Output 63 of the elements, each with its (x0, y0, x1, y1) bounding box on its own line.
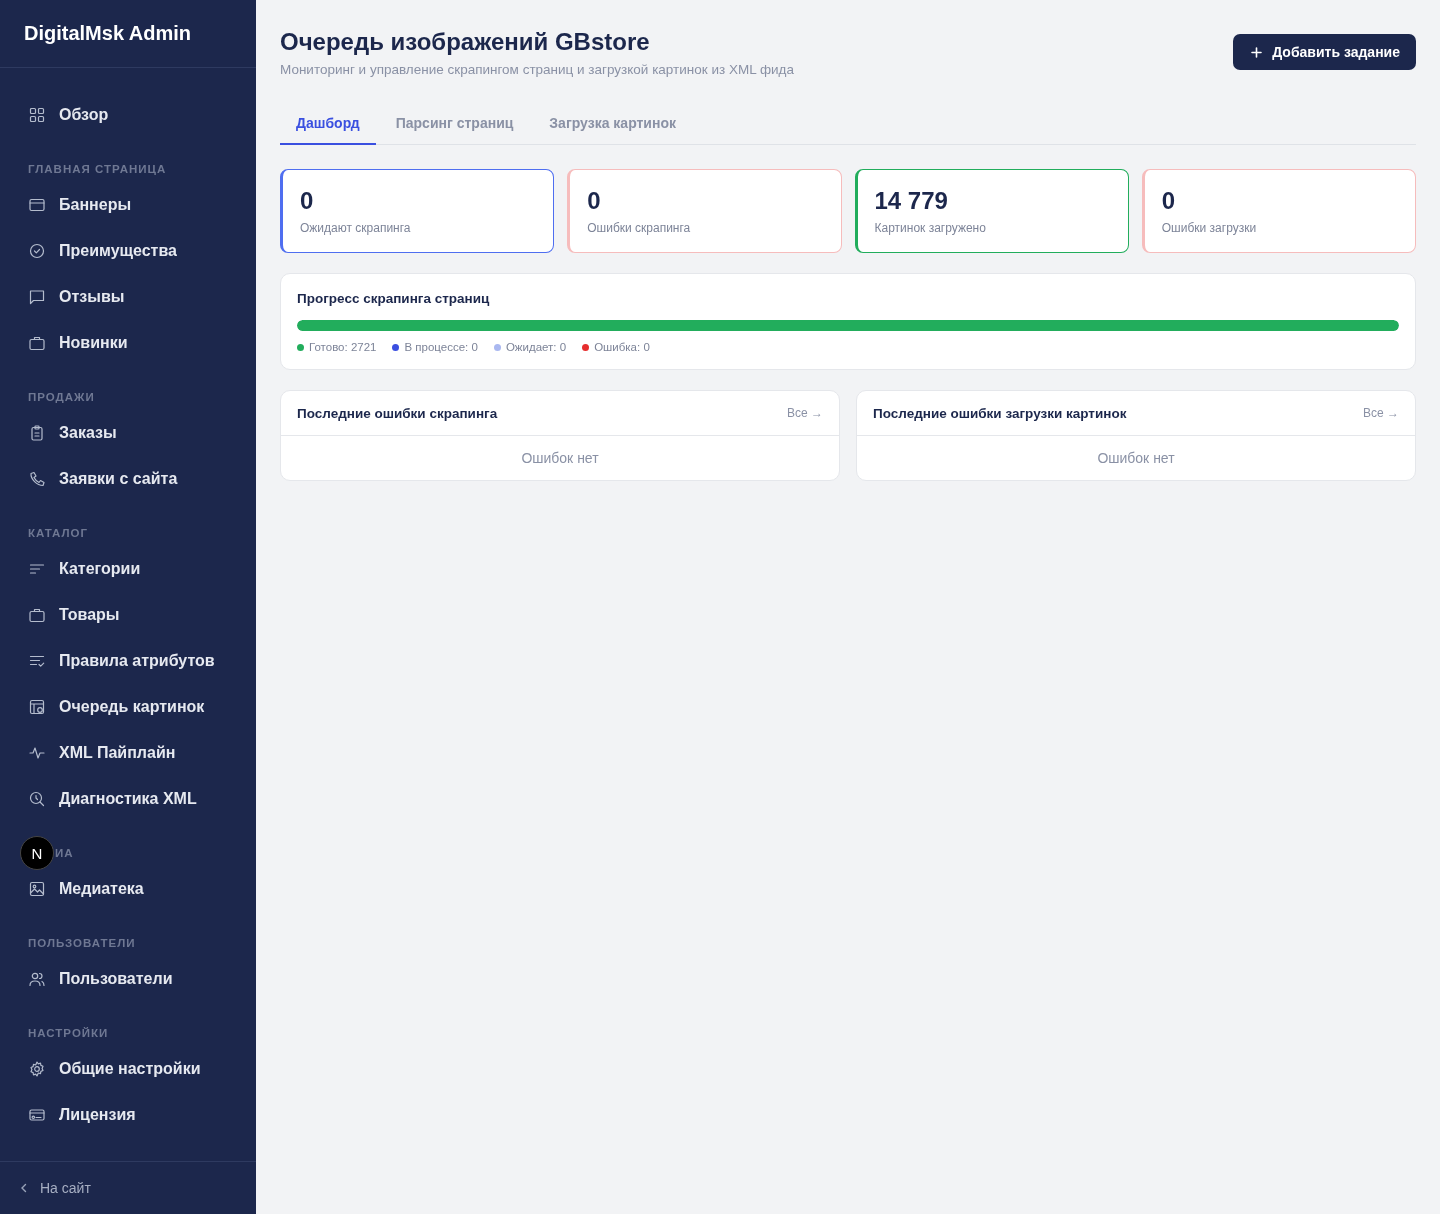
image-icon (29, 881, 45, 897)
sidebar-item[interactable]: Общие настройки (0, 1046, 256, 1092)
users-icon (29, 971, 45, 987)
searchclock-icon (29, 791, 45, 807)
sidebar-item[interactable]: Лицензия (0, 1092, 256, 1138)
section-heading: НАСТРОЙКИ (28, 1027, 109, 1039)
sidebar-item[interactable]: Обзор (0, 92, 256, 138)
brand-title: DigitalMsk Admin (0, 0, 256, 68)
chat-icon (29, 289, 45, 305)
sidebar-item[interactable]: Отзывы (0, 274, 256, 320)
legend-label: Готово: 2721 (309, 341, 377, 353)
stat-value: 0 (1161, 187, 1177, 215)
bag-icon (29, 607, 45, 623)
section-heading: ПРОДАЖИ (28, 391, 95, 403)
empty-message: Ошибок нет (520, 449, 600, 468)
legend-label: Ошибка: 0 (594, 341, 650, 353)
tab[interactable]: Дашборд (280, 105, 376, 145)
stat-value: 14 779 (874, 187, 949, 215)
linecheck-icon (29, 653, 45, 669)
phone-icon (29, 471, 45, 487)
add-task-button[interactable]: Добавить задание (1233, 34, 1416, 70)
card-title: Прогресс скрапинга страниц (297, 291, 491, 306)
plus-icon (1251, 46, 1263, 58)
sidebar-item[interactable]: Диагностика XML (0, 776, 256, 822)
chevron-left-icon (20, 1183, 28, 1193)
sidebar-item[interactable]: Заявки с сайта (0, 456, 256, 502)
gear-icon (29, 1061, 45, 1077)
sidebar-item[interactable]: Очередь картинок (0, 684, 256, 730)
section-heading: КАТАЛОГ (28, 527, 89, 539)
dev-badge[interactable]: N (20, 836, 54, 870)
pulse-icon (29, 745, 45, 761)
stat-label: Картинок загружено (874, 221, 987, 235)
sidebar-item[interactable]: Правила атрибутов (0, 638, 256, 684)
sidebar-item[interactable]: Заказы (0, 410, 256, 456)
legend-label: Ожидает: 0 (505, 341, 567, 353)
sidebar-item[interactable]: Товары (0, 592, 256, 638)
grid-icon (29, 107, 45, 123)
stat-label: Ошибки скрапинга (587, 221, 692, 235)
clip-icon (29, 425, 45, 441)
sidebar-item[interactable]: Новинки (0, 320, 256, 366)
lines-icon (29, 561, 45, 577)
section-heading: ГЛАВНАЯ СТРАНИЦА (28, 163, 167, 175)
panel-title: Последние ошибки скрапинга (297, 405, 498, 421)
sidebar-item[interactable]: Пользователи (0, 956, 256, 1002)
card-icon (29, 197, 45, 213)
stat-label: Ожидают скрапинга (300, 221, 412, 235)
back-to-site-link[interactable]: На сайт (20, 1180, 91, 1196)
legend-label: В процессе: 0 (404, 341, 478, 353)
sidebar-item[interactable]: Преимущества (0, 228, 256, 274)
sidebar-item[interactable]: Баннеры (0, 182, 256, 228)
panel-title: Последние ошибки загрузки картинок (873, 405, 1127, 421)
empty-message: Ошибок нет (1096, 449, 1176, 468)
stat-value: 0 (587, 187, 602, 215)
page-subtitle: Мониторинг и управление скрапингом страниц и загрузкой картинок из XML фида (280, 62, 794, 77)
page-title: Очередь изображений GBstore (280, 28, 651, 56)
section-heading: ИА (55, 847, 74, 859)
sidebar-item[interactable]: Категории (0, 546, 256, 592)
bag-icon (29, 335, 45, 351)
sidebar-item[interactable]: XML Пайплайн (0, 730, 256, 776)
stat-label: Ошибки загрузки (1161, 221, 1258, 235)
stat-value: 0 (300, 187, 315, 215)
section-heading: ПОЛЬЗОВАТЕЛИ (28, 937, 136, 949)
check-icon (29, 243, 45, 259)
